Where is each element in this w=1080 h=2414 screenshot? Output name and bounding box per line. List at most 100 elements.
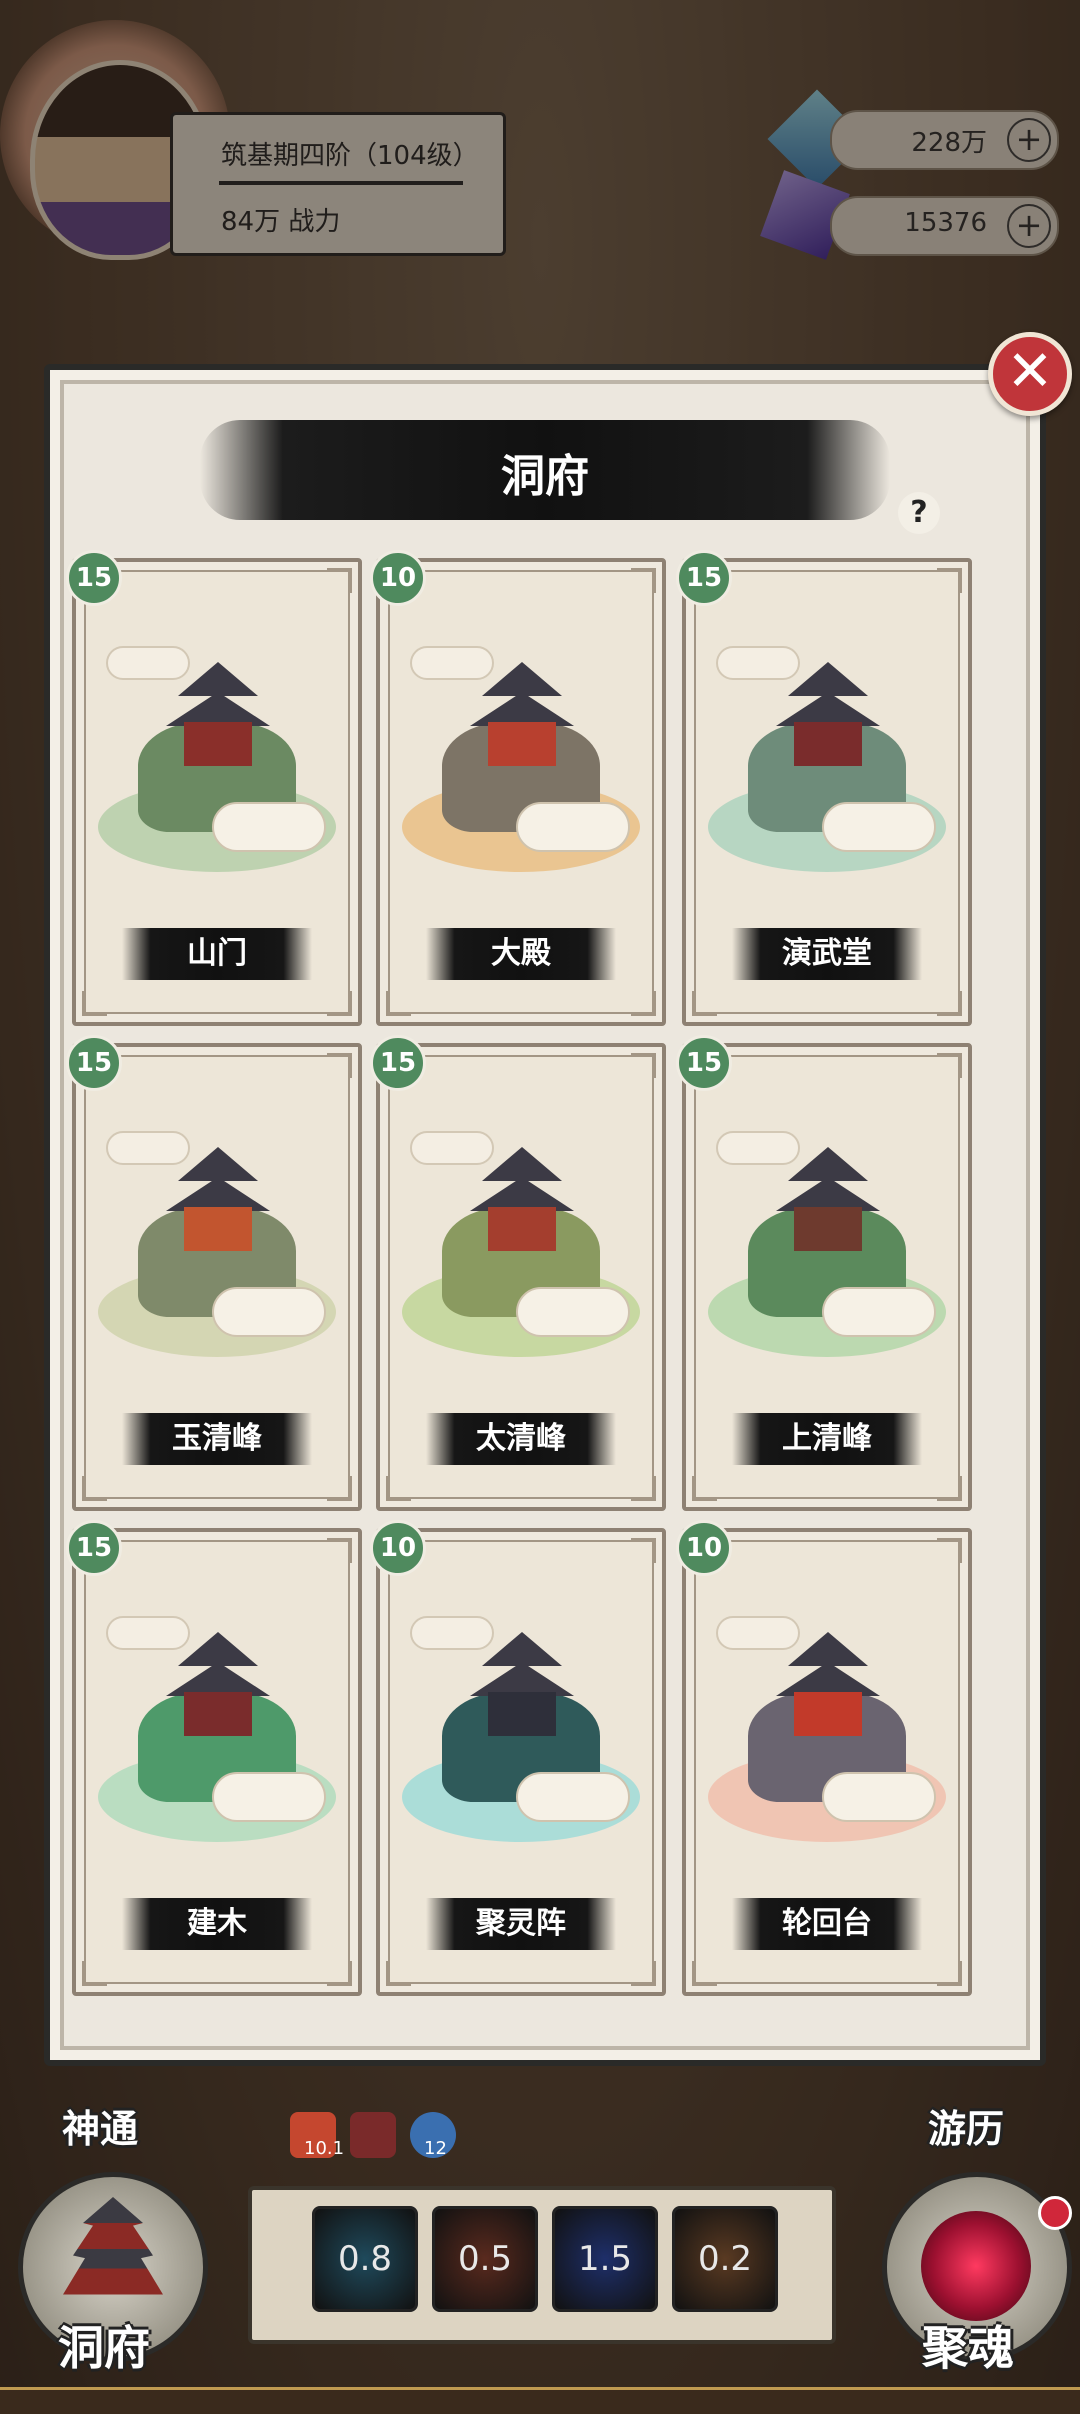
building-illustration	[402, 1107, 640, 1357]
travel-label[interactable]: 游历	[928, 2098, 1004, 2153]
building-name-banner: 大殿	[426, 928, 616, 980]
cloud-icon	[106, 646, 190, 680]
building-name-banner: 上清峰	[732, 1413, 922, 1465]
roof	[482, 662, 562, 696]
roof	[166, 1177, 270, 1211]
building-name: 大殿	[491, 936, 551, 971]
building-card[interactable]: 山门 15	[66, 550, 362, 1026]
level-badge: 10	[370, 550, 426, 606]
roof	[166, 1662, 270, 1696]
skill-slot[interactable]: 0.2	[672, 2206, 778, 2312]
cloud-icon	[516, 1287, 630, 1337]
building-card[interactable]: 聚灵阵 10	[370, 1520, 666, 1996]
cloud-icon	[410, 646, 494, 680]
skill-slot[interactable]: 0.5	[432, 2206, 538, 2312]
frame-corner	[631, 1476, 656, 1501]
frame-corner	[692, 1476, 717, 1501]
cloud-icon	[212, 802, 326, 852]
roof	[470, 1662, 574, 1696]
hall	[488, 1207, 556, 1251]
cloud-icon	[516, 802, 630, 852]
skill-slot[interactable]: 0.8	[312, 2206, 418, 2312]
building-card[interactable]: 演武堂 15	[676, 550, 972, 1026]
pagoda-icon	[63, 2197, 163, 2295]
frame-corner	[631, 568, 656, 593]
close-button[interactable]: ✕	[988, 332, 1072, 416]
frame-corner	[692, 1961, 717, 1986]
building-name-banner: 山门	[122, 928, 312, 980]
building-card[interactable]: 大殿 10	[370, 550, 666, 1026]
roof	[178, 1632, 258, 1666]
frame-corner	[386, 1476, 411, 1501]
frame-corner	[327, 1538, 352, 1563]
frame-corner	[82, 991, 107, 1016]
cloud-icon	[822, 1772, 936, 1822]
frame-corner	[82, 1961, 107, 1986]
building-name-banner: 太清峰	[426, 1413, 616, 1465]
roof	[776, 692, 880, 726]
building-card[interactable]: 上清峰 15	[676, 1035, 972, 1511]
cloud-icon	[212, 1772, 326, 1822]
roof	[166, 692, 270, 726]
cloud-icon	[822, 1287, 936, 1337]
building-name: 建木	[187, 1906, 247, 1941]
hall	[794, 1207, 862, 1251]
building-name: 轮回台	[782, 1906, 872, 1941]
building-card[interactable]: 太清峰 15	[370, 1035, 666, 1511]
hall	[794, 1692, 862, 1736]
roof	[470, 1177, 574, 1211]
roof	[788, 1632, 868, 1666]
cloud-icon	[106, 1131, 190, 1165]
help-icon[interactable]: ?	[898, 492, 940, 534]
building-name-banner: 建木	[122, 1898, 312, 1950]
level-badge: 15	[676, 1035, 732, 1091]
cloud-icon	[716, 1131, 800, 1165]
buff-value: 12	[424, 2138, 447, 2159]
roof	[788, 1147, 868, 1181]
cloud-icon	[716, 646, 800, 680]
frame-corner	[327, 991, 352, 1016]
divine-arts-label[interactable]: 神通	[62, 2098, 138, 2153]
skill-slot[interactable]: 1.5	[552, 2206, 658, 2312]
frame-corner	[937, 1476, 962, 1501]
cloud-icon	[410, 1131, 494, 1165]
cloud-icon	[410, 1616, 494, 1650]
frame-corner	[937, 1053, 962, 1078]
hall	[184, 722, 252, 766]
building-card[interactable]: 玉清峰 15	[66, 1035, 362, 1511]
cloud-icon	[516, 1772, 630, 1822]
cloud-icon	[106, 1616, 190, 1650]
frame-corner	[631, 1961, 656, 1986]
building-name: 演武堂	[782, 936, 872, 971]
cloud-icon	[716, 1616, 800, 1650]
building-illustration	[708, 1592, 946, 1842]
building-card[interactable]: 轮回台 10	[676, 1520, 972, 1996]
roof	[482, 1632, 562, 1666]
level-badge: 10	[370, 1520, 426, 1576]
notification-dot	[1038, 2196, 1072, 2230]
hall	[184, 1692, 252, 1736]
buff-icon[interactable]	[350, 2112, 396, 2158]
hall	[184, 1207, 252, 1251]
roof	[776, 1177, 880, 1211]
roof	[776, 1662, 880, 1696]
roof	[178, 1147, 258, 1181]
level-badge: 15	[66, 1520, 122, 1576]
level-badge: 15	[370, 1035, 426, 1091]
roof	[178, 662, 258, 696]
building-name-banner: 玉清峰	[122, 1413, 312, 1465]
soul-orb-icon	[921, 2211, 1031, 2321]
bottom-strip	[0, 2387, 1080, 2414]
frame-corner	[937, 991, 962, 1016]
frame-corner	[631, 1053, 656, 1078]
building-card[interactable]: 建木 15	[66, 1520, 362, 1996]
frame-corner	[692, 991, 717, 1016]
title-banner: 洞府 ?	[200, 420, 940, 534]
level-badge: 10	[676, 1520, 732, 1576]
soul-gather-label[interactable]: 聚魂	[922, 2312, 1014, 2378]
frame-corner	[386, 1961, 411, 1986]
building-illustration	[402, 1592, 640, 1842]
cave-mansion-label[interactable]: 洞府	[58, 2312, 150, 2378]
building-illustration	[98, 1592, 336, 1842]
level-badge: 15	[66, 1035, 122, 1091]
